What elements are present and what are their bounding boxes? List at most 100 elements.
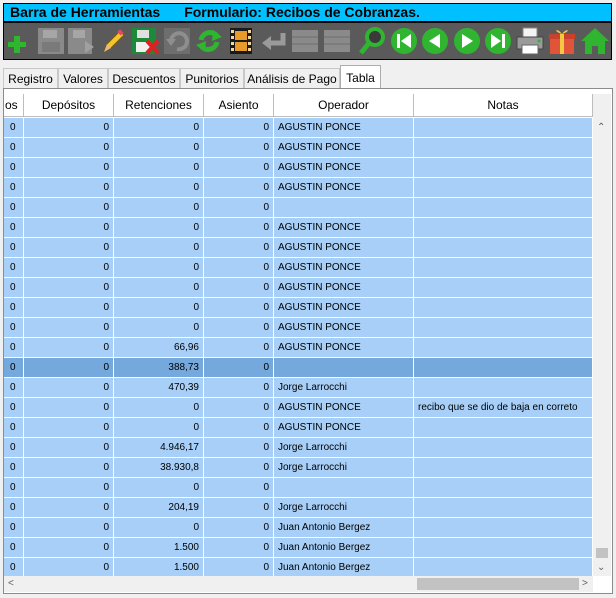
- cell-operador[interactable]: Jorge Larrocchi: [274, 378, 414, 398]
- cell-notas[interactable]: [414, 438, 593, 458]
- cell-notas[interactable]: recibo que se dio de baja en correto: [414, 398, 593, 418]
- cell-asiento[interactable]: 0: [204, 298, 274, 318]
- horizontal-scroll-thumb[interactable]: [417, 578, 579, 590]
- cell-notas[interactable]: [414, 198, 593, 218]
- cell-asiento[interactable]: 0: [204, 418, 274, 438]
- column-header-os[interactable]: os: [4, 94, 24, 117]
- cell-operador[interactable]: AGUSTIN PONCE: [274, 118, 414, 138]
- cell-asiento[interactable]: 0: [204, 238, 274, 258]
- table-row[interactable]: 0 0 0 0 AGUSTIN PONCE: [4, 178, 593, 198]
- print-button[interactable]: [515, 25, 545, 57]
- cell-asiento[interactable]: 0: [204, 198, 274, 218]
- table-row[interactable]: 0 0 204,19 0 Jorge Larrocchi: [4, 498, 593, 518]
- undo-button[interactable]: [162, 25, 192, 57]
- table-row[interactable]: 0 0 0 0 AGUSTIN PONCE: [4, 218, 593, 238]
- cell-retenciones[interactable]: 0: [114, 178, 204, 198]
- cell-operador[interactable]: Jorge Larrocchi: [274, 438, 414, 458]
- home-button[interactable]: [580, 25, 610, 57]
- save-button[interactable]: [36, 25, 66, 57]
- cell-notas[interactable]: [414, 118, 593, 138]
- table-row[interactable]: 0 0 66,96 0 AGUSTIN PONCE: [4, 338, 593, 358]
- tab-valores[interactable]: Valores: [58, 68, 108, 88]
- column-header-asiento[interactable]: Asiento: [204, 94, 274, 117]
- cell-os[interactable]: 0: [4, 118, 24, 138]
- cell-os[interactable]: 0: [4, 478, 24, 498]
- scroll-right-icon[interactable]: >: [582, 578, 588, 590]
- cell-os[interactable]: 0: [4, 278, 24, 298]
- table-row[interactable]: 0000: [4, 198, 593, 218]
- cell-retenciones[interactable]: 0: [114, 238, 204, 258]
- grid-button-2[interactable]: [322, 25, 352, 57]
- cell-operador[interactable]: AGUSTIN PONCE: [274, 238, 414, 258]
- cell-operador[interactable]: AGUSTIN PONCE: [274, 278, 414, 298]
- table-row[interactable]: 0 0 4.946,17 0 Jorge Larrocchi: [4, 438, 593, 458]
- cell-depositos[interactable]: 0: [24, 318, 114, 338]
- cell-os[interactable]: 0: [4, 178, 24, 198]
- cell-operador[interactable]: AGUSTIN PONCE: [274, 338, 414, 358]
- cell-depositos[interactable]: 0: [24, 558, 114, 576]
- table-row[interactable]: 0 0 0 0 AGUSTIN PONCE: [4, 138, 593, 158]
- cell-notas[interactable]: [414, 458, 593, 478]
- column-header-retenciones[interactable]: Retenciones: [114, 94, 204, 117]
- cell-os[interactable]: 0: [4, 358, 24, 378]
- cell-depositos[interactable]: 0: [24, 198, 114, 218]
- cell-retenciones[interactable]: 0: [114, 418, 204, 438]
- cell-retenciones[interactable]: 38.930,8: [114, 458, 204, 478]
- vertical-scrollbar[interactable]: ⌃ ⌄: [593, 94, 611, 576]
- cell-operador[interactable]: Juan Antonio Bergez: [274, 538, 414, 558]
- cell-asiento[interactable]: 0: [204, 458, 274, 478]
- cell-retenciones[interactable]: 1.500: [114, 558, 204, 576]
- cell-retenciones[interactable]: 0: [114, 398, 204, 418]
- cell-notas[interactable]: [414, 378, 593, 398]
- table-row[interactable]: 0 0 0 0 AGUSTIN PONCE recibo que se dio de ba…: [4, 398, 593, 418]
- horizontal-scrollbar[interactable]: < >: [4, 576, 593, 592]
- table-row[interactable]: 0 0 388,73 0: [4, 358, 593, 378]
- cell-depositos[interactable]: 0: [24, 158, 114, 178]
- cell-depositos[interactable]: 0: [24, 518, 114, 538]
- cell-asiento[interactable]: 0: [204, 218, 274, 238]
- cell-retenciones[interactable]: 204,19: [114, 498, 204, 518]
- cell-operador[interactable]: AGUSTIN PONCE: [274, 258, 414, 278]
- cell-notas[interactable]: [414, 258, 593, 278]
- cell-os[interactable]: 0: [4, 558, 24, 576]
- cell-os[interactable]: 0: [4, 398, 24, 418]
- table-row[interactable]: 0 0 0 0 AGUSTIN PONCE: [4, 158, 593, 178]
- table-row[interactable]: 0 0 1.500 0 Juan Antonio Bergez: [4, 538, 593, 558]
- cell-operador[interactable]: [274, 358, 414, 378]
- edit-button[interactable]: [98, 25, 128, 57]
- table-row[interactable]: 0 0 0 0 AGUSTIN PONCE: [4, 238, 593, 258]
- table-row[interactable]: 0 0 0 0 AGUSTIN PONCE: [4, 418, 593, 438]
- column-header-notas[interactable]: Notas: [414, 94, 593, 117]
- cell-os[interactable]: 0: [4, 338, 24, 358]
- gift-button[interactable]: [547, 25, 577, 57]
- cell-os[interactable]: 0: [4, 458, 24, 478]
- table-row[interactable]: 0 0 0 0 AGUSTIN PONCE: [4, 118, 593, 138]
- cell-os[interactable]: 0: [4, 498, 24, 518]
- cell-depositos[interactable]: 0: [24, 298, 114, 318]
- cell-notas[interactable]: [414, 478, 593, 498]
- cell-asiento[interactable]: 0: [204, 258, 274, 278]
- cell-os[interactable]: 0: [4, 378, 24, 398]
- cell-asiento[interactable]: 0: [204, 378, 274, 398]
- cell-notas[interactable]: [414, 138, 593, 158]
- cell-retenciones[interactable]: 0: [114, 298, 204, 318]
- cell-depositos[interactable]: 0: [24, 358, 114, 378]
- cell-depositos[interactable]: 0: [24, 398, 114, 418]
- cell-os[interactable]: 0: [4, 418, 24, 438]
- last-record-button[interactable]: [483, 25, 513, 57]
- cell-retenciones[interactable]: 1.500: [114, 538, 204, 558]
- cell-retenciones[interactable]: 0: [114, 118, 204, 138]
- cell-operador[interactable]: AGUSTIN PONCE: [274, 298, 414, 318]
- back-button[interactable]: [258, 25, 288, 57]
- tab-analisis-de-pago[interactable]: Análisis de Pago: [244, 68, 340, 88]
- scroll-up-icon[interactable]: ⌃: [597, 122, 605, 134]
- cell-asiento[interactable]: 0: [204, 278, 274, 298]
- cell-asiento[interactable]: 0: [204, 178, 274, 198]
- cell-operador[interactable]: Jorge Larrocchi: [274, 498, 414, 518]
- cell-retenciones[interactable]: 66,96: [114, 338, 204, 358]
- cell-depositos[interactable]: 0: [24, 538, 114, 558]
- data-grid[interactable]: os Depósitos Retenciones Asiento Operado…: [4, 94, 593, 576]
- cell-depositos[interactable]: 0: [24, 138, 114, 158]
- next-record-button[interactable]: [452, 25, 482, 57]
- cell-notas[interactable]: [414, 338, 593, 358]
